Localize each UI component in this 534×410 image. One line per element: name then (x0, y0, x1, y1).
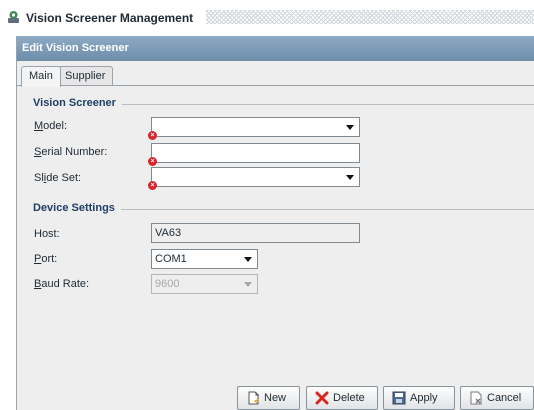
serial-number-field[interactable]: × (148, 143, 360, 166)
chevron-down-icon (244, 257, 252, 262)
tab-supplier[interactable]: Supplier (57, 66, 114, 86)
port-label: Port: (34, 253, 58, 265)
new-button-label: New (264, 392, 287, 404)
model-select[interactable]: × (148, 117, 360, 140)
baud-rate-value: 9600 (155, 278, 180, 290)
host-field: VA63 (151, 223, 360, 243)
new-button[interactable]: New (237, 386, 300, 410)
tab-divider (17, 85, 534, 86)
port-value: COM1 (155, 253, 187, 265)
chevron-down-icon (346, 125, 354, 130)
delete-button-label: Delete (333, 392, 365, 404)
error-icon: × (148, 157, 157, 166)
port-select[interactable]: COM1 (151, 249, 258, 269)
apply-button[interactable]: Apply (383, 386, 455, 410)
apply-button-label: Apply (410, 392, 438, 404)
window-titlebar: Vision Screener Management (0, 0, 534, 36)
host-label: Host: (34, 228, 60, 240)
delete-button[interactable]: Delete (306, 386, 378, 410)
group-title-device-settings: Device Settings (33, 202, 121, 214)
chevron-down-icon (244, 282, 252, 287)
cancel-icon (470, 391, 482, 405)
slide-set-select[interactable]: × (148, 167, 360, 190)
delete-icon (315, 391, 329, 405)
host-value: VA63 (155, 227, 182, 239)
window-frame: Edit Vision Screener Main Supplier Visio… (16, 36, 534, 410)
slide-set-label: Slide Set: (34, 172, 82, 184)
model-label: Model: (34, 120, 68, 132)
tab-main[interactable]: Main (21, 66, 61, 87)
error-icon: × (148, 131, 157, 140)
window-title: Vision Screener Management (26, 11, 194, 25)
error-icon: × (148, 181, 157, 190)
app-icon (8, 11, 19, 23)
tab-bar: Main Supplier (17, 66, 534, 87)
cancel-button[interactable]: Cancel (460, 386, 534, 410)
cancel-button-label: Cancel (487, 392, 522, 404)
chevron-down-icon (346, 175, 354, 180)
new-document-icon (248, 391, 260, 405)
group-title-vision-screener: Vision Screener (33, 97, 122, 109)
baud-rate-label: Baud Rate: (34, 278, 90, 290)
save-icon (392, 391, 406, 405)
serial-number-label: Serial Number: (34, 146, 108, 158)
titlebar-pattern (206, 10, 534, 24)
panel-title: Edit Vision Screener (22, 42, 129, 54)
panel-header: Edit Vision Screener (17, 36, 534, 61)
baud-rate-select: 9600 (151, 274, 258, 294)
